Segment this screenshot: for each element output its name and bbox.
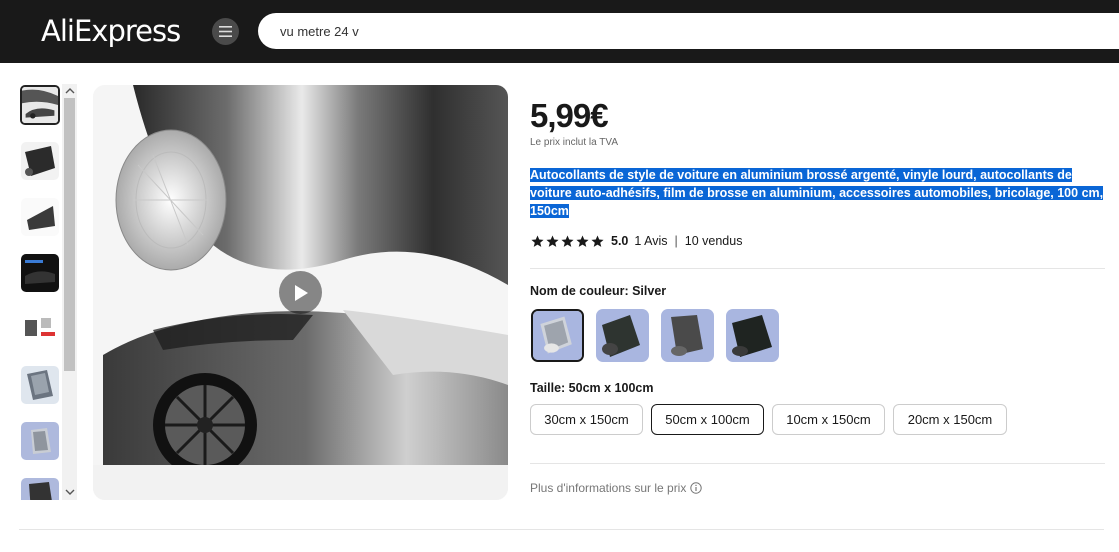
scrollbar-thumb[interactable] — [64, 98, 75, 371]
separator: | — [674, 234, 678, 248]
top-header: AliExpress vu metre 24 v — [0, 0, 1119, 63]
thumbnail-scrollbar[interactable] — [62, 84, 77, 500]
thumbnail-3[interactable] — [21, 198, 59, 236]
vat-note: Le prix inclut la TVA — [530, 137, 619, 148]
play-icon — [294, 284, 308, 301]
divider — [19, 529, 1104, 530]
divider — [530, 463, 1105, 464]
color-swatch-silver[interactable] — [531, 309, 584, 362]
reviews-link[interactable]: 1 Avis — [634, 234, 667, 248]
color-swatch-black[interactable] — [596, 309, 649, 362]
hamburger-icon — [219, 26, 232, 37]
thumbnail-7[interactable] — [21, 422, 59, 460]
info-icon — [690, 482, 703, 494]
more-info-label: Plus d'informations sur le prix — [530, 481, 687, 495]
size-option-30x150[interactable]: 30cm x 150cm — [530, 404, 643, 435]
thumbnail-8[interactable] — [21, 478, 59, 500]
product-title-text: Autocollants de style de voiture en alum… — [530, 168, 1104, 218]
thumbnail-5[interactable] — [21, 310, 59, 348]
size-option-10x150[interactable]: 10cm x 150cm — [772, 404, 885, 435]
play-video-button[interactable] — [279, 271, 322, 314]
size-option-50x100[interactable]: 50cm x 100cm — [651, 404, 764, 435]
menu-button[interactable] — [212, 18, 239, 45]
divider — [530, 268, 1105, 269]
search-input[interactable]: vu metre 24 v — [258, 13, 1119, 49]
star-icon — [561, 235, 574, 247]
thumbnail-1[interactable] — [20, 85, 60, 125]
color-swatch-dark-grey[interactable] — [661, 309, 714, 362]
size-label: Taille: 50cm x 100cm — [530, 381, 654, 395]
star-icon — [546, 235, 559, 247]
product-title: Autocollants de style de voiture en alum… — [530, 166, 1105, 220]
thumbnail-4[interactable] — [21, 254, 59, 292]
color-swatch-graphite[interactable] — [726, 309, 779, 362]
main-product-image[interactable] — [93, 85, 508, 500]
size-option-20x150[interactable]: 20cm x 150cm — [893, 404, 1007, 435]
rating-score: 5.0 — [611, 234, 629, 248]
star-icon — [576, 235, 589, 247]
thumbnail-6[interactable] — [21, 366, 59, 404]
sold-count: 10 vendus — [684, 234, 743, 248]
color-label: Nom de couleur: Silver — [530, 284, 667, 298]
thumbnail-2[interactable] — [21, 142, 59, 180]
chevron-up-icon[interactable] — [65, 87, 75, 95]
product-price: 5,99€ — [530, 97, 609, 134]
star-icon — [531, 235, 544, 247]
chevron-down-icon[interactable] — [65, 488, 75, 496]
star-icon — [591, 235, 604, 247]
thumbnail-list — [19, 84, 79, 500]
rating-row: 5.0 1 Avis | 10 vendus — [531, 233, 742, 249]
aliexpress-logo[interactable]: AliExpress — [41, 14, 181, 48]
more-price-info-link[interactable]: Plus d'informations sur le prix — [530, 481, 703, 495]
rating-stars — [531, 235, 604, 248]
